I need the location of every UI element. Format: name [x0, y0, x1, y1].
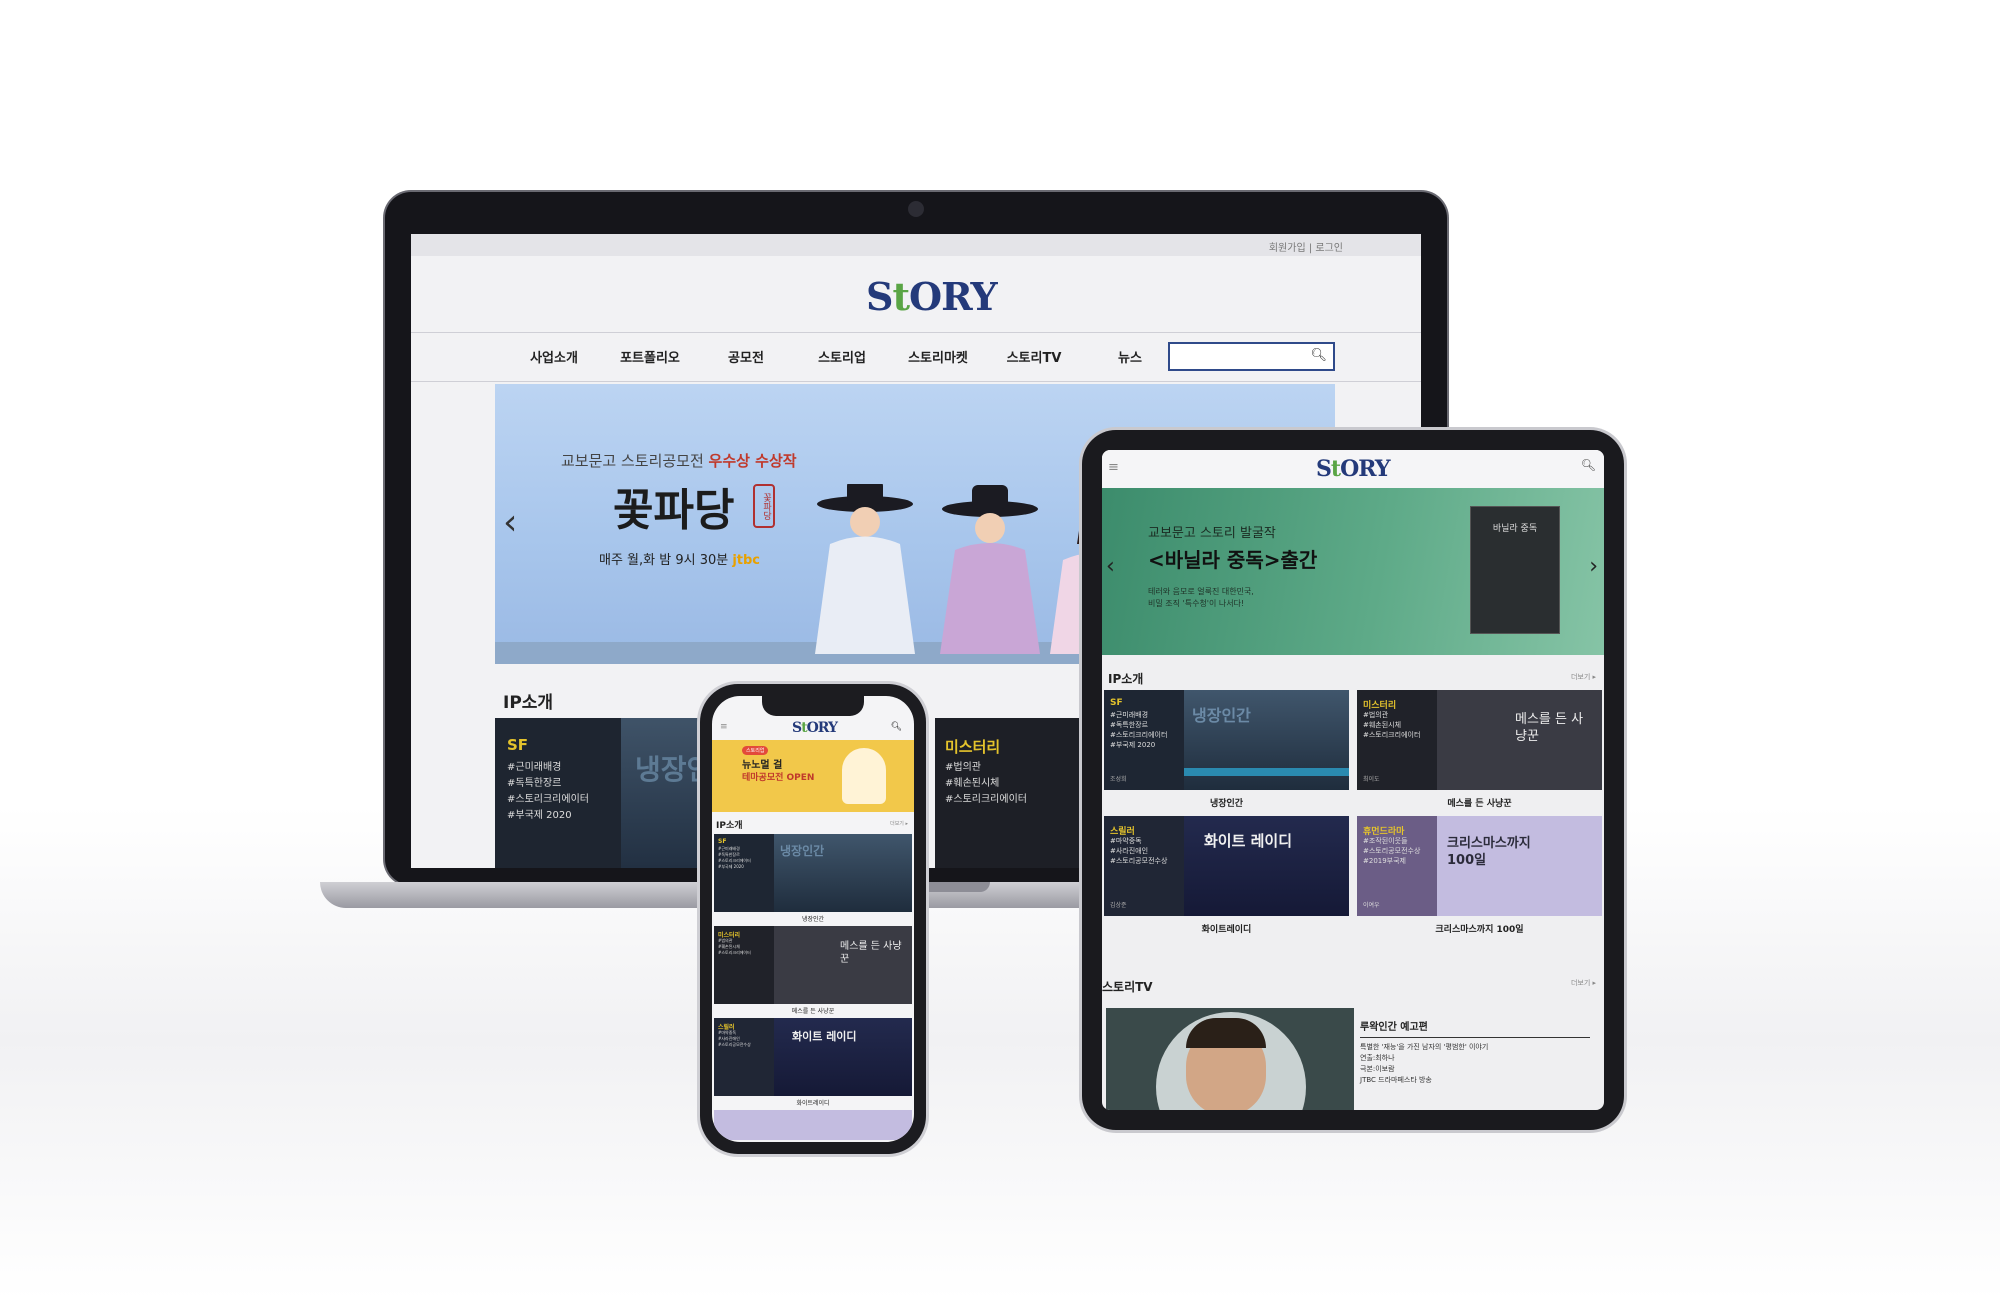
- card-caption[interactable]: 메스를 든 사냥꾼: [712, 1006, 914, 1015]
- search-input[interactable]: 🔍︎: [1168, 342, 1335, 371]
- ip-card-sf[interactable]: SF #근미래배경 #독특한장르 #스토리크리에이터 #부국제 2020 냉장인간: [714, 834, 912, 912]
- nav-item-news[interactable]: 뉴스: [1082, 347, 1178, 366]
- more-link[interactable]: 더보기 ▸: [1571, 978, 1596, 988]
- banner-schedule: 매주 월,화 밤 9시 30분 jtbc: [599, 553, 761, 568]
- nav-divider: [411, 332, 1421, 333]
- video-title[interactable]: 루왁인간 예고편: [1360, 1018, 1590, 1038]
- banner-badge: 스토리업: [742, 746, 769, 755]
- card-category: SF: [507, 736, 529, 754]
- card-tags: #근미래배경 #독특한장르 #스토리크리에이터 #부국제 2020: [1110, 711, 1168, 750]
- ip-section-title: IP소개: [1108, 672, 1144, 686]
- ip-section-title: IP소개: [503, 693, 554, 713]
- ip-card-sf[interactable]: SF #근미래배경 #독특한장르 #스토리크리에이터 #부국제 2020 조성희 냉장…: [1104, 690, 1349, 790]
- card-tags: #법의관 #훼손된시체 #스토리크리에이터: [945, 762, 1027, 805]
- video-thumbnail[interactable]: [1106, 1008, 1354, 1110]
- banner-title: 뉴노멀 걸: [742, 760, 783, 771]
- banner-illustration: [842, 748, 886, 804]
- card-tags: #마약중독 #사라진애인 #스토리공모전수상: [718, 1030, 751, 1047]
- card-author: 이여우: [1363, 902, 1380, 909]
- ip-card-drama[interactable]: 휴먼드라마 #조작된이웃들 #스토리공모전수상 #2019부국제 이여우 크리스마스…: [1357, 816, 1602, 916]
- nav-item-contest[interactable]: 공모전: [698, 347, 794, 366]
- card-tags: #근미래배경 #독특한장르 #스토리크리에이터 #부국제 2020: [507, 762, 589, 821]
- phone-hero-banner[interactable]: 스토리업 뉴노멀 걸 테마공모전 OPEN: [712, 740, 914, 812]
- card-author: 조성희: [1110, 776, 1127, 783]
- card-caption[interactable]: 화이트레이디: [1104, 922, 1349, 935]
- storytv-section-title: 스토리TV: [1102, 980, 1153, 994]
- nav-item-portfolio[interactable]: 포트폴리오: [602, 347, 698, 366]
- card-tags: #마약중독 #사라진애인 #스토리공모전수상: [1110, 837, 1168, 866]
- book-cover: 바닐라 중독: [1470, 506, 1560, 634]
- card-caption[interactable]: 냉장인간: [712, 914, 914, 923]
- banner-subtitle: 교보문고 스토리 발굴작: [1148, 526, 1276, 541]
- search-icon[interactable]: 🔍︎: [1310, 348, 1327, 363]
- tablet-hero-banner[interactable]: ‹ › 교보문고 스토리 발굴작 <바닐라 중독>출간 테러와 음모로 얼룩진 …: [1102, 488, 1604, 655]
- card-caption[interactable]: 냉장인간: [1104, 796, 1349, 809]
- nav-divider-bottom: [411, 381, 1421, 382]
- card-image: 냉장인간: [774, 834, 912, 912]
- main-nav: 사업소개 포트폴리오 공모전 스토리업 스토리마켓 스토리TV 뉴스: [506, 347, 1178, 366]
- card-image: 메스를 든 사냥꾼: [1437, 690, 1602, 790]
- card-caption[interactable]: 크리스마스까지 100일: [1357, 922, 1602, 935]
- menu-icon[interactable]: ≡: [1108, 460, 1119, 475]
- prev-arrow-icon[interactable]: ‹: [1106, 554, 1115, 579]
- card-tags: #법의관 #훼손된시체 #스토리크리에이터: [1363, 711, 1421, 740]
- site-logo[interactable]: StORY: [792, 720, 838, 736]
- card-image: 화이트 레이디: [774, 1018, 912, 1096]
- tablet-screen: ≡ StORY 🔍︎ ‹ › 교보문고 스토리 발굴작 <바닐라 중독>출간 테…: [1102, 450, 1604, 1110]
- nav-item-storyup[interactable]: 스토리업: [794, 347, 890, 366]
- ip-card-mystery[interactable]: 미스터리 #법의관 #훼손된시체 #스토리크리에이터 메스를 든 사냥꾼: [714, 926, 912, 1004]
- card-tags: #법의관 #훼손된시체 #스토리크리에이터: [718, 938, 751, 955]
- banner-subtitle: 교보문고 스토리공모전 우수상 수상작: [561, 452, 797, 470]
- video-description: 특별한 '재능'을 가진 남자의 '평범한' 이야기 연출:최하나 극본:이보람 JT…: [1360, 1043, 1489, 1084]
- card-caption[interactable]: 메스를 든 사냥꾼: [1357, 796, 1602, 809]
- phone-screen: StORY ≡ 🔍︎ 스토리업 뉴노멀 걸 테마공모전 OPEN IP소개 더보…: [712, 696, 914, 1142]
- banner-title: 꽃파당: [613, 485, 735, 536]
- menu-icon[interactable]: ≡: [720, 722, 728, 732]
- more-link[interactable]: 더보기 ▸: [890, 820, 908, 827]
- top-utility-bar: 회원가입 | 로그인: [411, 234, 1421, 256]
- prev-arrow-icon[interactable]: ‹: [503, 502, 517, 543]
- banner-title: <바닐라 중독>출간: [1148, 548, 1318, 572]
- card-category: SF: [1110, 698, 1123, 708]
- card-tags: #조작된이웃들 #스토리공모전수상 #2019부국제: [1363, 837, 1421, 866]
- ip-card-thriller[interactable]: 스릴러 #마약중독 #사라진애인 #스토리공모전수상 김상준 화이트 레이디: [1104, 816, 1349, 916]
- nav-item-storymarket[interactable]: 스토리마켓: [890, 347, 986, 366]
- ip-card-mystery[interactable]: 미스터리 #법의관 #훼손된시체 #스토리크리에이터 최이도 메스를 든 사냥꾼: [1357, 690, 1602, 790]
- card-image: 크리스마스까지 100일: [1437, 816, 1602, 916]
- banner-subtitle: 테마공모전 OPEN: [742, 773, 815, 783]
- more-link[interactable]: 더보기 ▸: [1571, 672, 1596, 682]
- member-links[interactable]: 회원가입 | 로그인: [1269, 239, 1343, 254]
- phone-notch: [762, 694, 864, 716]
- search-icon[interactable]: 🔍︎: [1581, 458, 1596, 472]
- logo-s: S: [866, 274, 893, 319]
- nav-item-storytv[interactable]: 스토리TV: [986, 347, 1082, 366]
- card-image: 메스를 든 사냥꾼: [774, 926, 912, 1004]
- card-tags: #근미래배경 #독특한장르 #스토리크리에이터 #부국제 2020: [718, 846, 751, 869]
- card-category: 미스터리: [945, 738, 1001, 756]
- banner-seal: 꽃파당: [753, 484, 775, 528]
- card-image: 화이트 레이디: [1184, 816, 1349, 916]
- logo-ory: ORY: [909, 274, 998, 319]
- search-icon[interactable]: 🔍︎: [891, 722, 902, 732]
- card-author: 김상준: [1110, 902, 1127, 909]
- site-logo[interactable]: StORY: [866, 274, 998, 319]
- banner-description: 테러와 음모로 얼룩진 대한민국, 비밀 조직 '특수청'이 나서다!: [1148, 587, 1254, 608]
- ip-section-title: IP소개: [716, 821, 743, 831]
- card-caption[interactable]: 화이트레이디: [712, 1098, 914, 1107]
- tablet-header: ≡ StORY 🔍︎: [1102, 450, 1604, 488]
- nav-item-business[interactable]: 사업소개: [506, 347, 602, 366]
- next-arrow-icon[interactable]: ›: [1589, 554, 1598, 579]
- logo-t: t: [892, 274, 910, 319]
- site-logo[interactable]: StORY: [1316, 456, 1391, 482]
- card-image: 냉장인간: [1184, 690, 1349, 790]
- ip-card-thriller[interactable]: 스릴러 #마약중독 #사라진애인 #스토리공모전수상 화이트 레이디: [714, 1018, 912, 1096]
- card-author: 최이도: [1363, 776, 1380, 783]
- next-card-peek: [714, 1110, 912, 1140]
- laptop-camera: [908, 201, 924, 217]
